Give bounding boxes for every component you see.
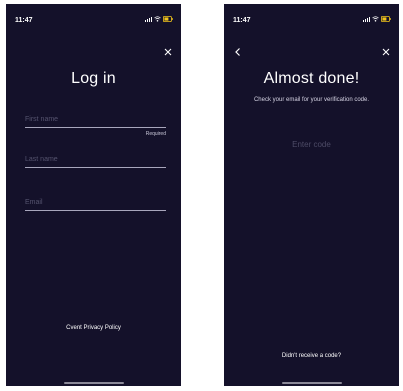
status-icons (145, 16, 173, 22)
wifi-icon (154, 16, 161, 22)
first-name-field[interactable]: First name (25, 110, 166, 128)
page-subtitle: Check your email for your verification c… (253, 97, 370, 103)
last-name-placeholder: Last name (25, 156, 58, 163)
field-underline (25, 167, 166, 168)
battery-icon (163, 16, 173, 22)
page-title: Almost done! (263, 70, 360, 87)
home-indicator (282, 382, 342, 384)
wifi-icon (372, 16, 379, 22)
last-name-field[interactable]: Last name (25, 150, 166, 168)
field-underline (25, 127, 166, 128)
first-name-placeholder: First name (25, 116, 59, 123)
signal-icon (363, 16, 370, 22)
home-indicator (64, 382, 124, 384)
resend-code-link[interactable]: Didn't receive a code? (224, 353, 399, 359)
status-icons (363, 16, 391, 22)
required-note: Required (145, 131, 166, 137)
email-field[interactable]: Email (25, 193, 166, 211)
field-underline (25, 210, 166, 211)
back-icon[interactable] (233, 44, 243, 56)
close-icon[interactable] (381, 44, 391, 56)
verification-code-input[interactable]: Enter code (254, 140, 369, 149)
battery-icon (381, 16, 391, 22)
login-screen: 11:47 Log in First name Required Last na… (6, 4, 181, 386)
close-icon[interactable] (163, 44, 173, 56)
privacy-policy-link[interactable]: Cvent Privacy Policy (6, 325, 181, 331)
status-time: 11:47 (15, 17, 33, 24)
email-placeholder: Email (25, 199, 43, 206)
status-time: 11:47 (233, 17, 251, 24)
page-title: Log in (71, 70, 116, 87)
verify-screen: 11:47 Almost done! Check your email for … (224, 4, 399, 386)
signal-icon (145, 16, 152, 22)
